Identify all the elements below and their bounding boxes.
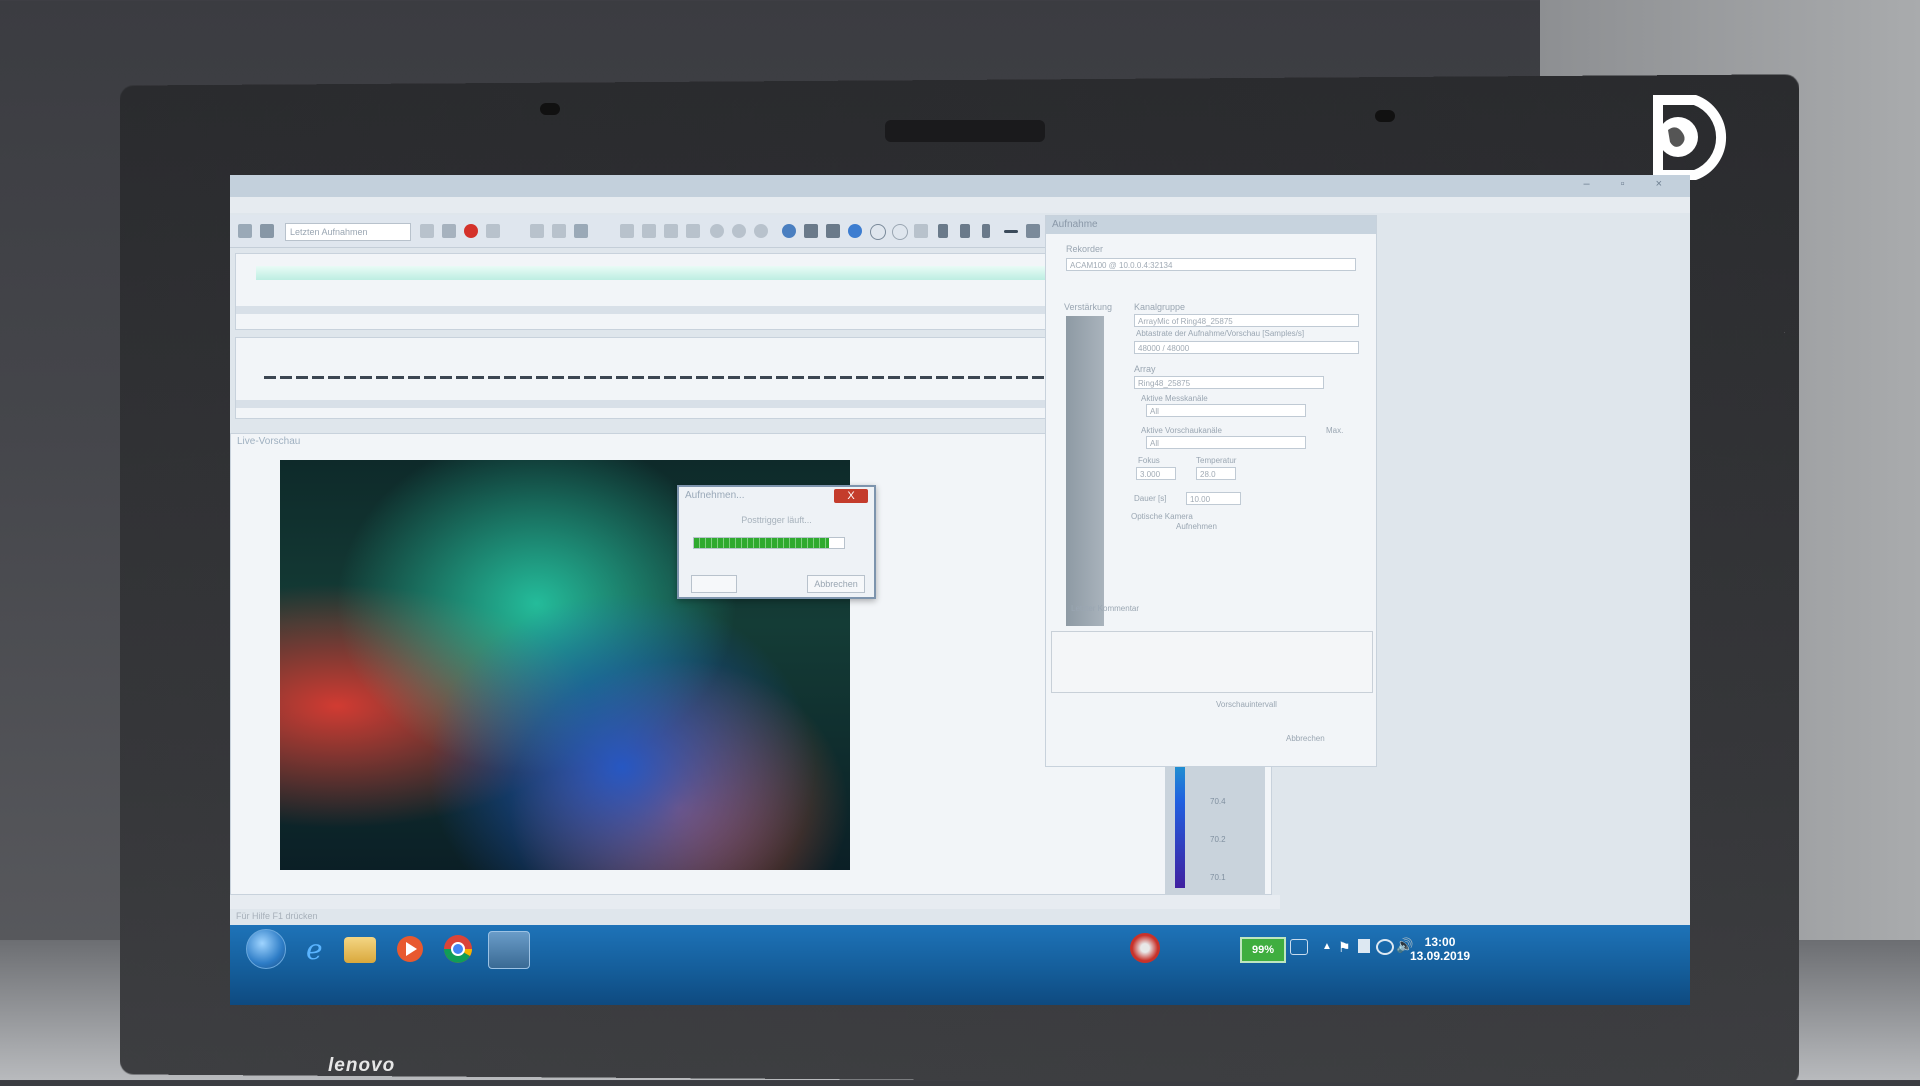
temperature-input[interactable]: 28.0: [1196, 467, 1236, 480]
sample-rate-select[interactable]: 48000 / 48000: [1134, 341, 1359, 354]
recording-dialog: Aufnehmen... X Posttrigger läuft... Abbr…: [677, 485, 876, 599]
colorbar-tick-label: 70.1: [1210, 873, 1226, 882]
status-bar: [230, 895, 1280, 909]
dialog-ok-button[interactable]: [691, 575, 737, 593]
duration-label: Dauer [s]: [1134, 494, 1167, 503]
recordings-dropdown[interactable]: Letzten Aufnahmen: [285, 223, 411, 241]
clock-time: 13:00: [1424, 935, 1456, 949]
focus-input[interactable]: 3.000: [1136, 467, 1176, 480]
gain-label: Verstärkung: [1064, 302, 1113, 312]
pencil-icon[interactable]: [938, 224, 948, 238]
stop-icon[interactable]: [442, 224, 456, 238]
clock-date: 13.09.2019: [1410, 949, 1471, 963]
battery-indicator[interactable]: 99%: [1240, 937, 1286, 963]
speaker-icon[interactable]: [914, 224, 928, 238]
recording-panel-title: Aufnahme: [1046, 216, 1376, 234]
preview-interval-label: Vorschauintervall: [1216, 700, 1277, 709]
app-titlebar: – ▫ ×: [230, 175, 1690, 197]
channel-group-select[interactable]: ArrayMic of Ring48_25875: [1134, 314, 1359, 327]
active-measure-label: Aktive Messkanäle: [1141, 394, 1208, 403]
layout-icon[interactable]: [1026, 224, 1040, 238]
line-icon[interactable]: [1004, 230, 1018, 233]
save-icon[interactable]: [260, 224, 274, 238]
chrome-icon[interactable]: [438, 931, 478, 967]
measure-icon[interactable]: [982, 224, 990, 238]
comment-textarea[interactable]: [1051, 631, 1373, 693]
record-checkbox-label[interactable]: Aufnehmen: [1176, 522, 1217, 531]
open-icon[interactable]: [238, 224, 252, 238]
sample-rate-label: Abtastrate der Aufnahme/Vorschau [Sample…: [1136, 329, 1305, 338]
recording-panel: Aufnahme Rekorder ACAM100 @ 10.0.0.4:321…: [1045, 215, 1377, 767]
spec-icon[interactable]: [552, 224, 566, 238]
refresh-icon[interactable]: [420, 224, 434, 238]
device-tray-icon[interactable]: [1358, 939, 1370, 953]
dialog-progress-bar: [693, 537, 845, 549]
dialog-message: Posttrigger läuft...: [741, 515, 812, 525]
ie-icon[interactable]: e: [296, 931, 336, 967]
dialog-cancel-button[interactable]: Abbrechen: [807, 575, 865, 593]
snapshot-icon[interactable]: [486, 224, 500, 238]
network-icon[interactable]: [574, 224, 588, 238]
start-button[interactable]: [246, 929, 286, 969]
pin-icon[interactable]: [664, 224, 678, 238]
show-hidden-icons-icon[interactable]: ▲: [1322, 941, 1332, 952]
grid-icon[interactable]: [620, 224, 634, 238]
timer-icon[interactable]: [642, 224, 656, 238]
circle-icon[interactable]: [870, 224, 886, 240]
dialog-progress-fill: [694, 538, 829, 548]
colorbar-tick-label: 70.4: [1210, 797, 1226, 806]
optical-camera-label: Optische Kamera: [1131, 512, 1193, 521]
last-comment-label: Letzter Kommentar: [1071, 604, 1140, 613]
panel-cancel-button[interactable]: Abbrechen: [1286, 734, 1325, 743]
colorbar-tick-label: 70.2: [1210, 835, 1226, 844]
laptop-brand-label: lenovo: [328, 1055, 396, 1076]
media-player-icon[interactable]: [390, 931, 430, 967]
array-label: Array: [1134, 364, 1156, 374]
windows-taskbar: e 99% ▲ ⚑ 🔊 13:00 13.09.2019: [230, 925, 1690, 1005]
bezel-latch-icon: [540, 103, 560, 115]
sphere-icon[interactable]: [848, 224, 862, 238]
filter-icon[interactable]: [826, 224, 840, 238]
network-tray-icon[interactable]: [1290, 939, 1308, 955]
help-hint: Für Hilfe F1 drücken: [236, 911, 318, 921]
zoom-out-icon[interactable]: [732, 224, 746, 238]
focus-label: Fokus: [1138, 456, 1160, 465]
target-icon[interactable]: [892, 224, 908, 240]
tray-app-icon[interactable]: [1130, 933, 1160, 963]
discovery-logo: [1653, 95, 1726, 180]
channel-group-label: Kanalgruppe: [1134, 302, 1186, 312]
recorder-label: Rekorder: [1066, 244, 1104, 254]
wifi-tray-icon[interactable]: [1376, 939, 1394, 955]
active-measure-select[interactable]: All: [1146, 404, 1306, 417]
probe-icon[interactable]: [960, 224, 970, 238]
noiseimage-icon[interactable]: [488, 931, 530, 969]
zoom-fit-icon[interactable]: [754, 224, 768, 238]
explorer-icon[interactable]: [344, 937, 376, 963]
record-icon[interactable]: [464, 224, 478, 238]
zoom-in-icon[interactable]: [710, 224, 724, 238]
duration-input[interactable]: 10.00: [1186, 492, 1241, 505]
bezel-latch-icon: [1375, 110, 1395, 122]
taskbar-clock[interactable]: 13:00 13.09.2019: [1410, 935, 1470, 963]
max-label: Max.: [1326, 426, 1344, 435]
array-select[interactable]: Ring48_25875: [1134, 376, 1324, 389]
mode-icon[interactable]: [804, 224, 818, 238]
recorder-select[interactable]: ACAM100 @ 10.0.0.4:32134: [1066, 258, 1356, 271]
svg-text:e: e: [306, 933, 323, 966]
gain-slider[interactable]: [1066, 316, 1104, 626]
beamforming-icon[interactable]: [782, 224, 796, 238]
action-center-flag-icon[interactable]: ⚑: [1338, 939, 1351, 956]
active-preview-select[interactable]: All: [1146, 436, 1306, 449]
laptop-screen: – ▫ × Letzten Aufnahmen Live-Vorschau 70…: [230, 175, 1690, 1005]
cursor-icon[interactable]: [530, 224, 544, 238]
window-controls[interactable]: – ▫ ×: [1583, 178, 1676, 190]
webcam-housing: [885, 120, 1045, 142]
dialog-close-button[interactable]: X: [834, 489, 868, 503]
dialog-title: Aufnehmen...: [685, 490, 745, 501]
menu-bar[interactable]: [230, 197, 1690, 213]
preview-panel-title: Live-Vorschau: [237, 436, 301, 447]
tree-icon[interactable]: [686, 224, 700, 238]
active-preview-label: Aktive Vorschaukanäle: [1141, 426, 1222, 435]
temperature-label: Temperatur: [1196, 456, 1237, 465]
